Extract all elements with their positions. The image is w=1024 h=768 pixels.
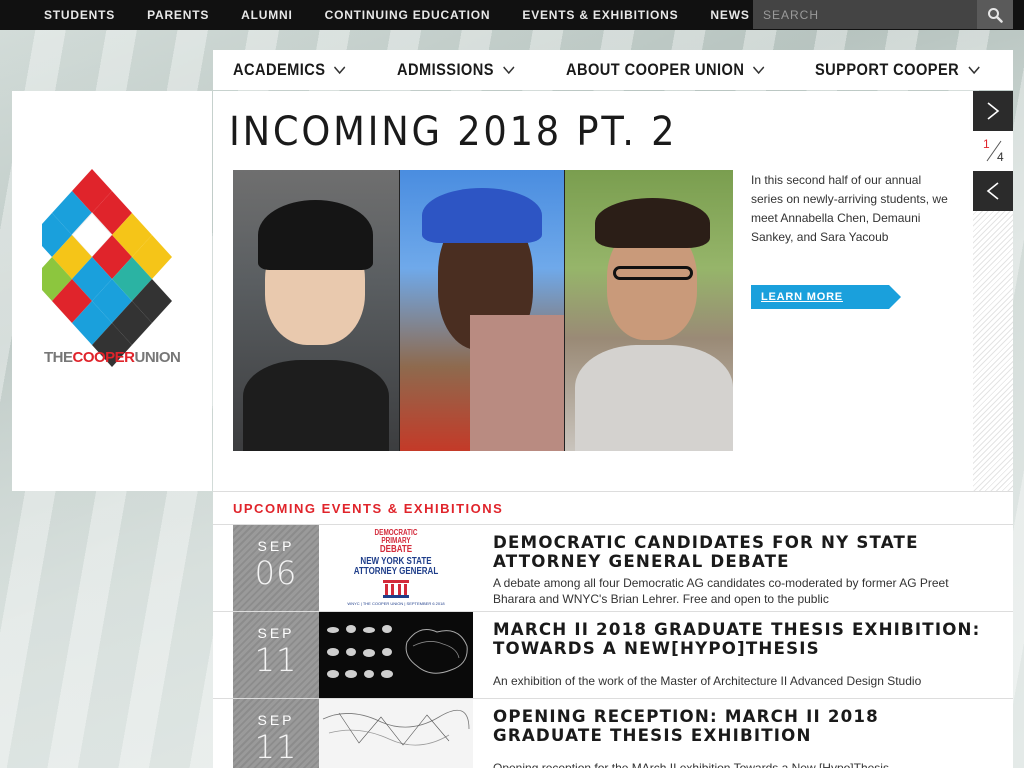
hero-description: In this second half of our annual series… <box>751 173 948 244</box>
chevron-down-icon <box>502 66 515 75</box>
main-nav-about[interactable]: ABOUT COOPER UNION <box>566 60 765 80</box>
next-slide-button[interactable] <box>973 91 1013 131</box>
event-date: SEP 11 <box>233 612 319 698</box>
hero-feature: INCOMING 2018 PT. 2 In this second half … <box>213 91 973 491</box>
main-nav-admissions[interactable]: ADMISSIONS <box>397 60 515 80</box>
prev-slide-button[interactable] <box>973 171 1013 211</box>
search-button[interactable] <box>977 0 1013 29</box>
hero-photos[interactable] <box>233 170 733 451</box>
event-title[interactable]: DEMOCRATIC CANDIDATES FOR NY STATE ATTOR… <box>493 534 983 572</box>
slide-total: 4 <box>997 150 1004 164</box>
events-heading: UPCOMING EVENTS & EXHIBITIONS <box>233 501 504 516</box>
hero-title: INCOMING 2018 PT. 2 <box>229 109 678 155</box>
search-input[interactable] <box>753 0 977 29</box>
chevron-down-icon <box>968 66 980 75</box>
main-nav-support[interactable]: SUPPORT COOPER <box>815 60 980 80</box>
event-date: SEP 11 <box>233 699 319 768</box>
learn-more-button[interactable]: LEARN MORE <box>751 285 901 309</box>
event-thumbnail <box>319 699 473 768</box>
event-title[interactable]: MARCH II 2018 GRADUATE THESIS EXHIBITION… <box>493 621 983 659</box>
logo-text-suffix: UNION <box>134 349 181 366</box>
main-nav-label: ABOUT COOPER UNION <box>566 60 745 79</box>
utility-link-parents[interactable]: PARENTS <box>147 8 209 22</box>
event-day: 06 <box>254 554 298 592</box>
event-row[interactable]: SEP 06 DEMOCRATIC PRIMARY DEBATE NEW YOR… <box>213 524 1013 611</box>
student-photo-3 <box>565 170 733 451</box>
utility-link-students[interactable]: STUDENTS <box>44 8 115 22</box>
event-month: SEP <box>257 625 295 641</box>
event-title[interactable]: OPENING RECEPTION: MARCH II 2018 GRADUAT… <box>493 708 983 746</box>
utility-link-news[interactable]: NEWS <box>710 8 749 22</box>
event-month: SEP <box>257 712 295 728</box>
capitol-icon <box>383 580 409 598</box>
student-photo-2 <box>399 170 565 451</box>
event-day: 11 <box>254 728 298 766</box>
slide-counter: 1 4 <box>973 131 1013 171</box>
student-photo-1 <box>233 170 399 451</box>
utility-nav: STUDENTS PARENTS ALUMNI CONTINUING EDUCA… <box>44 0 782 30</box>
main-nav-label: ACADEMICS <box>233 60 326 79</box>
chevron-down-icon <box>334 66 346 75</box>
event-thumbnail <box>319 612 473 698</box>
main-nav-label: ADMISSIONS <box>397 60 494 79</box>
event-thumbnail: DEMOCRATIC PRIMARY DEBATE NEW YORK STATE… <box>319 525 473 611</box>
chevron-down-icon <box>753 66 765 75</box>
cooper-union-logo <box>42 169 172 367</box>
thumb-text: DEBATE <box>379 544 413 555</box>
utility-bar: STUDENTS PARENTS ALUMNI CONTINUING EDUCA… <box>0 0 1024 30</box>
event-description: A debate among all four Democratic AG ca… <box>493 576 949 606</box>
event-date: SEP 06 <box>233 525 319 611</box>
thesis-map-drawing <box>322 709 470 746</box>
chevron-right-icon <box>987 102 1000 120</box>
utility-link-continuing-education[interactable]: CONTINUING EDUCATION <box>325 8 491 22</box>
utility-link-events-exhibitions[interactable]: EVENTS & EXHIBITIONS <box>522 8 678 22</box>
events-section: UPCOMING EVENTS & EXHIBITIONS SEP 06 DEM… <box>213 491 1013 768</box>
main-nav: ACADEMICS ADMISSIONS ABOUT COOPER UNION … <box>213 50 1013 90</box>
event-description: An exhibition of the work of the Master … <box>493 674 922 688</box>
event-description: Opening reception for the MArch II exhib… <box>493 761 889 768</box>
logo-panel[interactable]: THECOOPERUNION <box>12 91 212 491</box>
main-nav-label: SUPPORT COOPER <box>815 60 960 79</box>
thesis-renderings <box>327 625 468 678</box>
event-day: 11 <box>254 641 298 679</box>
slide-controls: 1 4 <box>973 91 1013 491</box>
logo-text-highlight: COOPER <box>72 349 136 366</box>
chevron-left-icon <box>986 182 999 200</box>
event-row[interactable]: SEP 11 MARCH II 2018 GRADUATE THESIS EXH… <box>213 611 1013 698</box>
event-month: SEP <box>257 538 295 554</box>
event-row[interactable]: SEP 11 OPENING RECEPTION: MARCH II 2018 … <box>213 698 1013 768</box>
utility-link-alumni[interactable]: ALUMNI <box>241 8 292 22</box>
main-nav-academics[interactable]: ACADEMICS <box>233 60 346 80</box>
search-box <box>753 0 1013 29</box>
thumb-footer: WNYC | THE COOPER UNION | SEPTEMBER 6 20… <box>347 601 445 606</box>
thumb-text: ATTORNEY GENERAL <box>353 566 439 577</box>
logo-text-prefix: THE <box>44 349 73 366</box>
search-icon <box>988 7 1003 23</box>
logo-wordmark: THECOOPERUNION <box>44 349 181 366</box>
